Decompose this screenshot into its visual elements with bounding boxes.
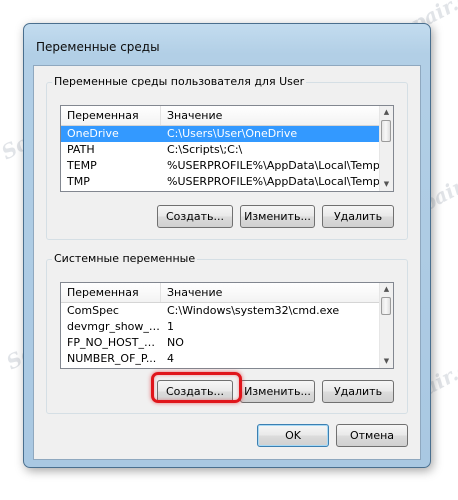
variable-name: NUMBER_OF_P... [67,352,157,365]
variable-value: 4 [167,352,174,365]
highlight-annotation [151,372,242,403]
scroll-thumb[interactable] [381,297,391,315]
user-delete-button[interactable]: Удалить [322,205,394,228]
user-variables-list-header: Переменная Значение [61,106,380,126]
table-row[interactable]: OneDrive C:\Users\User\OneDrive [61,126,380,142]
scroll-up-icon[interactable]: ▲ [380,283,393,296]
system-variables-group-title: Системные переменные [52,252,198,265]
variable-name: FP_NO_HOST_C... [67,336,161,349]
variable-value: %USERPROFILE%\AppData\Local\Temp [167,175,380,188]
ok-button[interactable]: OK [257,424,329,447]
scroll-up-icon[interactable]: ▲ [380,106,393,119]
user-variables-group-title: Переменные среды пользователя для User [52,75,307,88]
variable-value: NO [167,336,184,349]
variable-name: devmgr_show_n... [67,320,161,333]
system-edit-button[interactable]: Изменить... [240,380,315,403]
table-row[interactable]: ComSpec C:\Windows\system32\cmd.exe [61,303,380,319]
user-edit-button[interactable]: Изменить... [240,205,315,228]
system-list-scrollbar[interactable]: ▲ ▼ [379,283,393,368]
variable-name: TMP [67,175,90,188]
scroll-thumb[interactable] [381,120,391,142]
table-row[interactable]: TMP %USERPROFILE%\AppData\Local\Temp [61,174,380,190]
variable-name: ComSpec [67,304,119,317]
table-row[interactable]: devmgr_show_n... 1 [61,319,380,335]
window-title: Переменные среды [36,40,160,54]
variable-value: C:\Scripts\;C:\ [167,143,243,156]
variable-name: PATH [67,143,95,156]
column-header-variable[interactable]: Переменная [61,283,161,302]
variable-value: C:\Users\User\OneDrive [167,127,298,140]
variable-value: %USERPROFILE%\AppData\Local\Temp [167,159,380,172]
system-variables-list[interactable]: Переменная Значение ComSpec C:\Windows\s… [60,282,394,369]
scroll-down-icon[interactable]: ▼ [380,178,393,191]
column-header-value[interactable]: Значение [161,283,382,302]
column-header-value[interactable]: Значение [161,106,382,125]
cancel-button[interactable]: Отмена [336,424,408,447]
variable-value: C:\Windows\system32\cmd.exe [167,304,340,317]
user-variables-group: Переменные среды пользователя для User П… [46,75,408,240]
variable-name: TEMP [67,159,97,172]
column-header-variable[interactable]: Переменная [61,106,161,125]
system-variables-list-header: Переменная Значение [61,283,380,303]
variable-name: OneDrive [67,127,119,140]
user-variables-list[interactable]: Переменная Значение OneDrive C:\Users\Us… [60,105,394,192]
table-row[interactable]: PATH C:\Scripts\;C:\ [61,142,380,158]
table-row[interactable]: NUMBER_OF_P... 4 [61,351,380,367]
table-row[interactable]: FP_NO_HOST_C... NO [61,335,380,351]
scroll-down-icon[interactable]: ▼ [380,355,393,368]
system-delete-button[interactable]: Удалить [322,380,394,403]
variable-value: 1 [167,320,174,333]
user-list-scrollbar[interactable]: ▲ ▼ [379,106,393,191]
user-create-button[interactable]: Создать... [157,205,233,228]
table-row[interactable]: TEMP %USERPROFILE%\AppData\Local\Temp [61,158,380,174]
